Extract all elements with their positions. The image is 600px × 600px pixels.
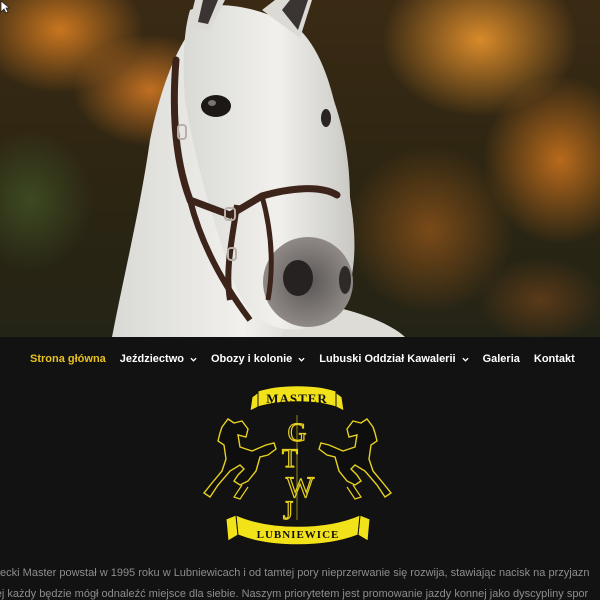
intro-line-1: dziecki Master powstał w 1995 roku w Lub…	[0, 567, 590, 579]
intro-text: dziecki Master powstał w 1995 roku w Lub…	[0, 563, 600, 600]
chevron-down-icon	[461, 357, 469, 362]
site-logo[interactable]: MASTER G T W J LUBNIEWICE	[190, 385, 405, 550]
horse-illustration	[112, 0, 405, 337]
logo-letter-g: G	[288, 418, 307, 447]
logo-letter-j: J	[283, 496, 293, 525]
nav-item-label: Kontakt	[533, 353, 575, 365]
logo-bottom-text: LUBNIEWICE	[257, 529, 340, 541]
intro-line-2: órej każdy będzie mógł odnaleźć miejsce …	[0, 588, 589, 600]
nav-item-gallery[interactable]: Galeria	[483, 353, 520, 365]
nav-item-label: Lubuski Oddział Kawalerii	[319, 353, 456, 365]
hero-image	[0, 0, 600, 337]
logo-top-text: MASTER	[266, 391, 328, 406]
logo-right-horse	[318, 418, 393, 500]
logo-letter-t: T	[282, 444, 298, 473]
logo-monogram: G T W J	[281, 415, 315, 526]
nav-item-home[interactable]: Strona główna	[30, 353, 106, 365]
nav-item-label: Obozy i kolonie	[210, 353, 293, 365]
nav-item-label: Strona główna	[30, 353, 106, 365]
logo-left-horse	[202, 418, 277, 500]
nav-item-contact[interactable]: Kontakt	[534, 353, 575, 365]
nav-item-cavalry[interactable]: Lubuski Oddział Kawalerii	[319, 353, 469, 365]
main-navigation: Strona główna Jeździectwo Obozy i koloni…	[0, 337, 600, 381]
nav-item-label: Galeria	[482, 353, 520, 365]
nav-item-riding[interactable]: Jeździectwo	[120, 353, 197, 365]
logo-top-ribbon: MASTER	[249, 385, 345, 412]
chevron-down-icon	[190, 357, 197, 362]
logo-bottom-ribbon: LUBNIEWICE	[225, 514, 371, 546]
chevron-down-icon	[298, 357, 305, 362]
nav-item-label: Jeździectwo	[119, 353, 184, 365]
nav-item-camps[interactable]: Obozy i kolonie	[211, 353, 305, 365]
mouse-pointer-icon	[0, 0, 10, 14]
